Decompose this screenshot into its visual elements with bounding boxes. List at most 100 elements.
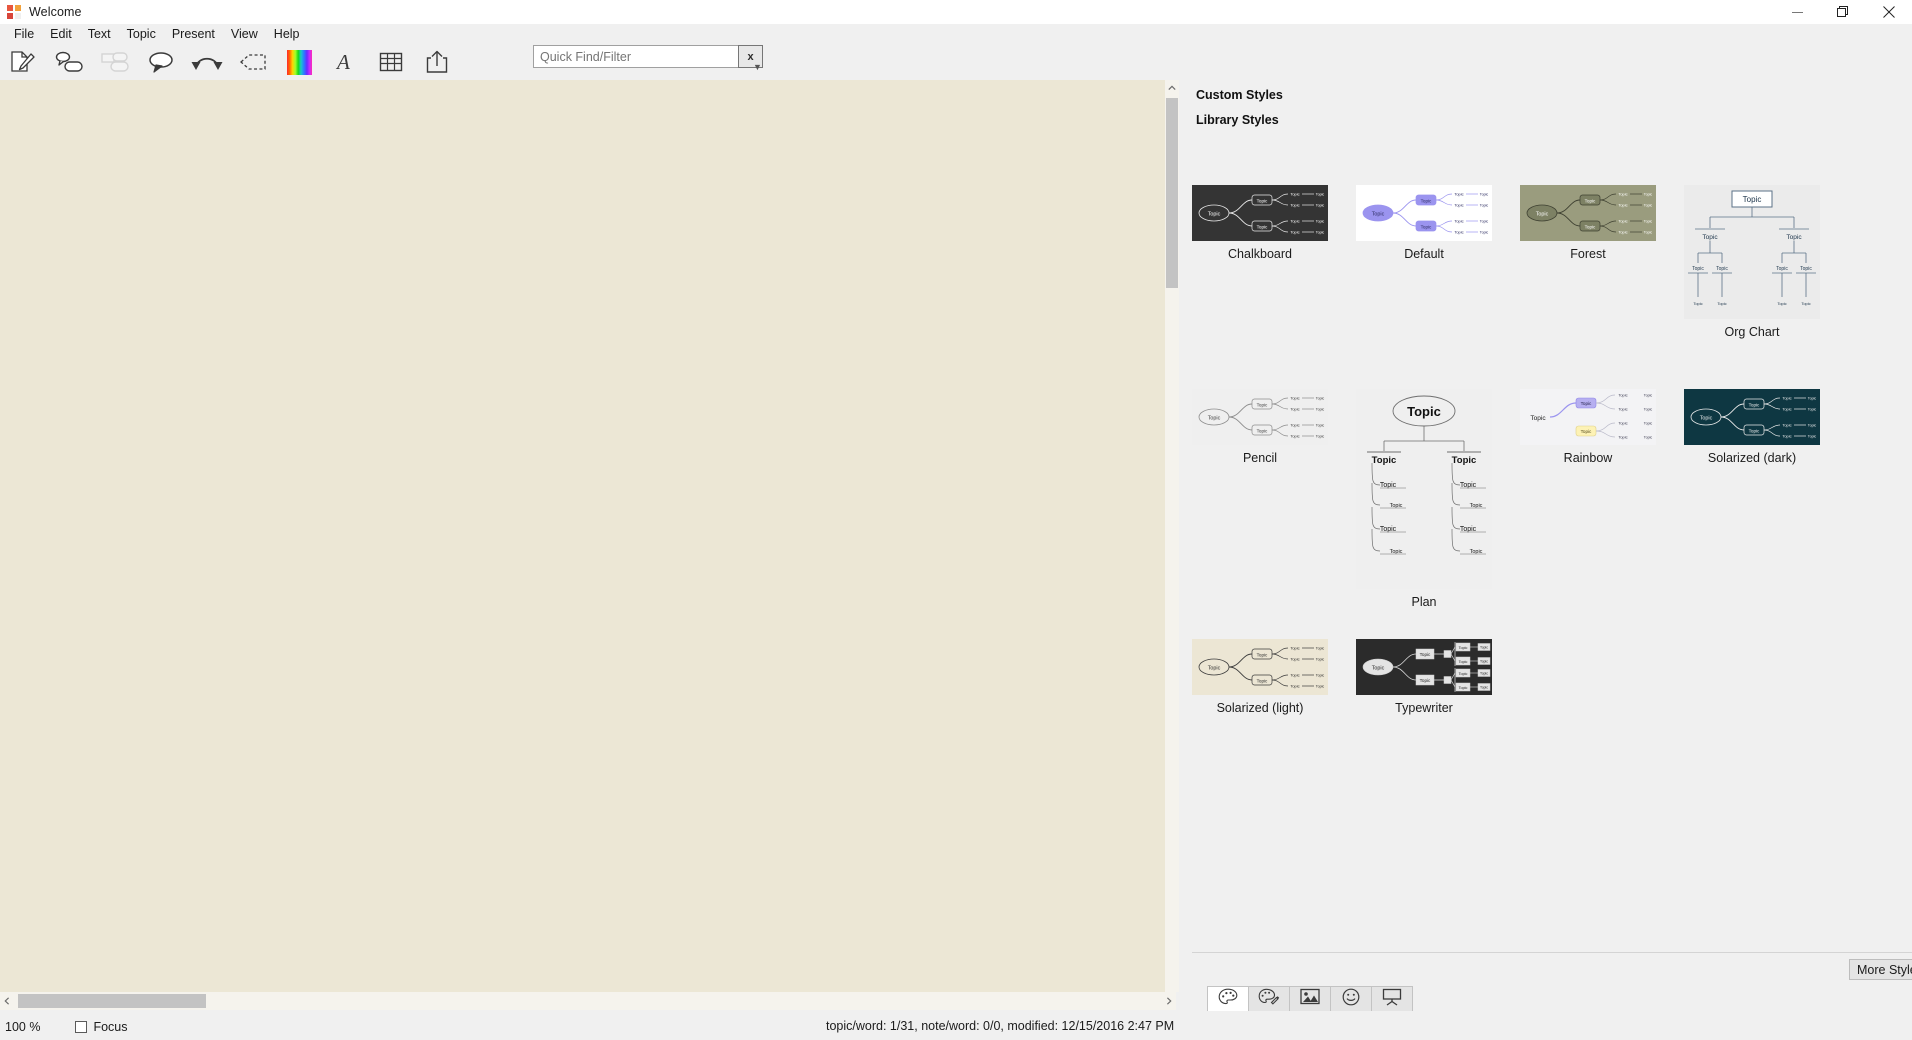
- svg-text:Topic: Topic: [1421, 224, 1432, 229]
- mindmap-canvas[interactable]: [0, 80, 1176, 992]
- horizontal-scroll-thumb[interactable]: [18, 994, 206, 1008]
- scroll-right-arrow-icon[interactable]: [1162, 992, 1176, 1010]
- style-plan-thumbnail[interactable]: TopicTopicTopicTopicTopicTopicTopicTopic…: [1356, 389, 1492, 589]
- style-solarized-dark-thumbnail[interactable]: Topic Topic Topic Topic Topic Topic Topic Topic…: [1684, 389, 1820, 445]
- more-styles-button[interactable]: More Styles: [1849, 959, 1912, 980]
- svg-text:Topic: Topic: [1618, 421, 1627, 426]
- svg-text:Topic: Topic: [1644, 408, 1653, 412]
- menu-topic[interactable]: Topic: [119, 24, 164, 44]
- style-solarized-light[interactable]: Topic Topic Topic Topic Topic Topic Topic Topic…: [1192, 639, 1328, 715]
- xmind-logo-icon: [7, 5, 21, 19]
- undo-redo-button[interactable]: [184, 45, 230, 79]
- menu-bar: File Edit Text Topic Present View Help: [0, 24, 1912, 44]
- menu-present[interactable]: Present: [164, 24, 223, 44]
- vertical-scroll-thumb[interactable]: [1166, 98, 1178, 288]
- color-styles-button[interactable]: [276, 45, 322, 79]
- close-button[interactable]: [1866, 0, 1912, 24]
- svg-text:Topic: Topic: [1530, 415, 1546, 422]
- svg-text:Topic: Topic: [1693, 301, 1702, 306]
- style-rainbow-thumbnail[interactable]: Topic Topic Topic Topic Topic Topic Topic Topic…: [1520, 389, 1656, 445]
- svg-text:Topic: Topic: [1316, 193, 1325, 197]
- italic-a-icon: A: [334, 50, 356, 74]
- tab-presentation[interactable]: [1371, 986, 1413, 1011]
- custom-styles-heading: Custom Styles: [1196, 88, 1283, 102]
- search-input[interactable]: [533, 45, 738, 68]
- smiley-face-icon: [1342, 988, 1360, 1011]
- svg-text:Topic: Topic: [1459, 672, 1468, 676]
- focus-label: Focus: [93, 1020, 128, 1034]
- svg-text:Topic: Topic: [1316, 231, 1325, 235]
- styles-scroll-region[interactable]: Custom Styles Library Styles Topic Topic T…: [1192, 78, 1904, 953]
- style-forest[interactable]: Topic Topic Topic Topic Topic Topic Topic Topic…: [1520, 185, 1656, 261]
- style-solarized-light-thumbnail[interactable]: Topic Topic Topic Topic Topic Topic Topic Topic…: [1192, 639, 1328, 695]
- insert-topic-button[interactable]: [46, 45, 92, 79]
- menu-text[interactable]: Text: [80, 24, 119, 44]
- style-typewriter[interactable]: Topic Topic Topic Topic Topic Topic Topic Topic…: [1356, 639, 1492, 715]
- scroll-up-arrow-icon[interactable]: [1165, 80, 1179, 96]
- library-styles-grid: Topic Topic Topic Topic Topic Topic Topic Topic…: [1192, 127, 1904, 715]
- style-org-chart[interactable]: Topic Topic Topic Topic Topic Topic Topic Topic…: [1684, 185, 1820, 339]
- style-chalkboard[interactable]: Topic Topic Topic Topic Topic Topic Topic Topic…: [1192, 185, 1328, 261]
- svg-text:Topic: Topic: [1454, 192, 1463, 197]
- share-export-button[interactable]: [414, 45, 460, 79]
- maximize-button[interactable]: [1820, 0, 1866, 24]
- svg-text:Topic: Topic: [1644, 231, 1653, 235]
- svg-text:Topic: Topic: [1618, 435, 1627, 440]
- new-sheet-button[interactable]: [0, 45, 46, 79]
- svg-text:Topic: Topic: [1316, 658, 1325, 662]
- svg-text:Topic: Topic: [1372, 212, 1385, 218]
- text-format-button[interactable]: A: [322, 45, 368, 79]
- focus-checkbox[interactable]: [75, 1021, 88, 1033]
- tab-styles[interactable]: [1207, 986, 1249, 1011]
- svg-text:Topic: Topic: [1257, 428, 1268, 433]
- svg-text:Topic: Topic: [1749, 402, 1760, 407]
- svg-text:Topic: Topic: [1208, 212, 1221, 218]
- tab-markers[interactable]: [1330, 986, 1372, 1011]
- style-pencil[interactable]: Topic Topic Topic Topic Topic Topic Topic Topic…: [1192, 389, 1328, 465]
- spreadsheet-button[interactable]: [368, 45, 414, 79]
- insert-subtopic-button[interactable]: [92, 45, 138, 79]
- menu-view[interactable]: View: [223, 24, 266, 44]
- boundary-button[interactable]: [230, 45, 276, 79]
- svg-text:Topic: Topic: [1644, 394, 1653, 398]
- menu-file[interactable]: File: [6, 24, 42, 44]
- svg-text:Topic: Topic: [1644, 193, 1653, 197]
- menu-edit[interactable]: Edit: [42, 24, 80, 44]
- svg-text:Topic: Topic: [1618, 203, 1627, 208]
- search-options-chevron-icon[interactable]: ▼: [753, 63, 762, 72]
- canvas-horizontal-scrollbar[interactable]: [0, 992, 1176, 1010]
- svg-text:Topic: Topic: [1480, 231, 1489, 235]
- style-plan-label: Plan: [1411, 595, 1437, 609]
- scroll-left-arrow-icon[interactable]: [0, 992, 14, 1010]
- style-rainbow[interactable]: Topic Topic Topic Topic Topic Topic Topic Topic…: [1520, 389, 1656, 465]
- style-org-chart-thumbnail[interactable]: Topic Topic Topic Topic Topic Topic Topic Topic…: [1684, 185, 1820, 319]
- insert-callout-button[interactable]: [138, 45, 184, 79]
- canvas-vertical-scrollbar[interactable]: [1165, 80, 1179, 992]
- image-picture-icon: [1300, 988, 1320, 1010]
- style-default[interactable]: Topic Topic Topic Topic Topic Topic Topic Topic…: [1356, 185, 1492, 261]
- palette-wrench-icon: [1258, 988, 1280, 1011]
- svg-text:Topic: Topic: [1290, 230, 1299, 235]
- svg-text:Topic: Topic: [1644, 220, 1653, 224]
- zoom-level[interactable]: 100 %: [5, 1020, 40, 1034]
- style-solarized-dark[interactable]: Topic Topic Topic Topic Topic Topic Topic Topic…: [1684, 389, 1820, 465]
- svg-text:Topic: Topic: [1316, 397, 1325, 401]
- style-forest-thumbnail[interactable]: Topic Topic Topic Topic Topic Topic Topic Topic…: [1520, 185, 1656, 241]
- style-plan[interactable]: Topic Topic Topic Topic Topic Topic Topic Topic…: [1356, 389, 1492, 609]
- style-pencil-thumbnail[interactable]: Topic Topic Topic Topic Topic Topic Topic Topic…: [1192, 389, 1328, 445]
- minimize-button[interactable]: [1774, 0, 1820, 24]
- svg-text:Topic: Topic: [1257, 678, 1268, 683]
- menu-help[interactable]: Help: [266, 24, 308, 44]
- svg-text:Topic: Topic: [1808, 408, 1817, 412]
- style-default-thumbnail[interactable]: Topic Topic Topic Topic Topic Topic Topic Topic…: [1356, 185, 1492, 241]
- style-typewriter-thumbnail[interactable]: Topic Topic Topic Topic Topic Topic Topic Topic…: [1356, 639, 1492, 695]
- svg-text:Topic: Topic: [1585, 224, 1596, 229]
- tab-style-editor[interactable]: [1248, 986, 1290, 1011]
- svg-text:Topic: Topic: [1782, 423, 1791, 428]
- panel-tab-bar: [1192, 983, 1912, 1011]
- style-chalkboard-thumbnail[interactable]: Topic Topic Topic Topic Topic Topic Topic Topic…: [1192, 185, 1328, 241]
- svg-text:Topic: Topic: [1420, 678, 1431, 683]
- focus-toggle[interactable]: Focus: [75, 1020, 128, 1034]
- style-typewriter-label: Typewriter: [1395, 701, 1453, 715]
- tab-clipart[interactable]: [1289, 986, 1331, 1011]
